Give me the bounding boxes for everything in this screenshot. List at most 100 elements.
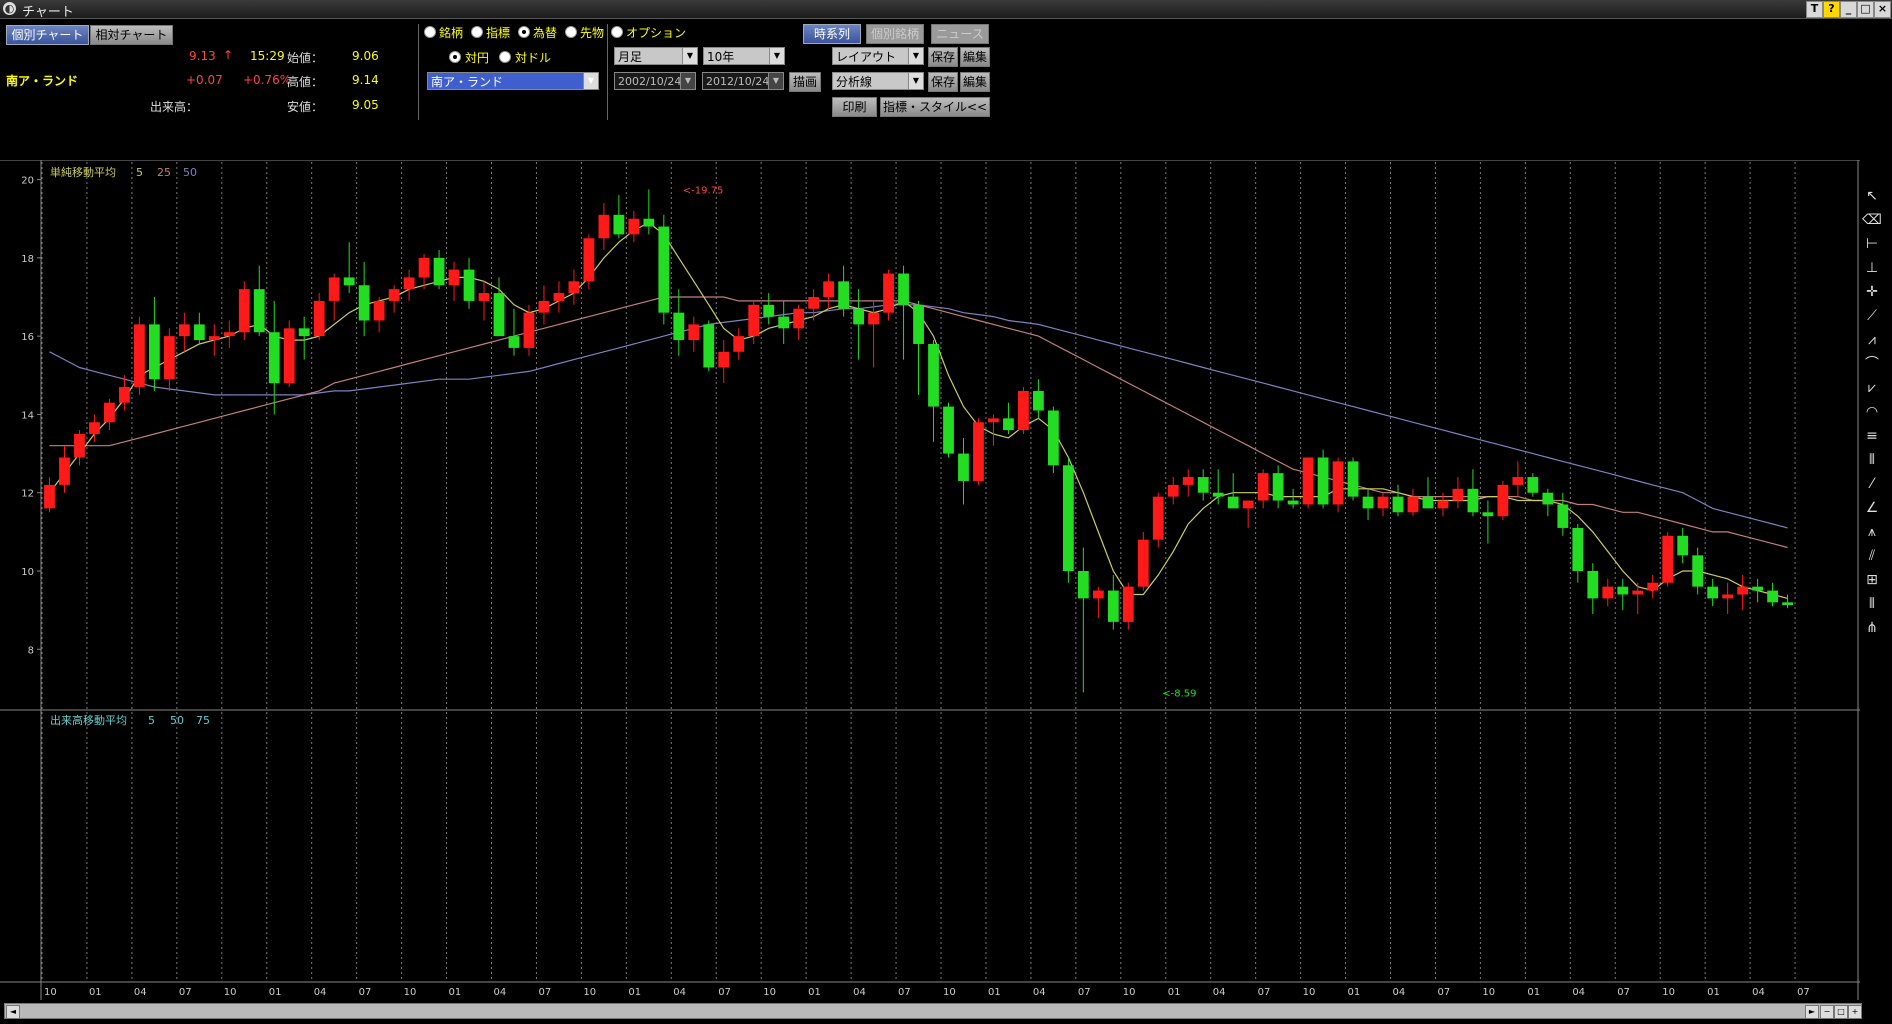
candle-body bbox=[973, 422, 984, 481]
pitchfork-icon[interactable]: ⋔ bbox=[1862, 618, 1882, 638]
arc-icon[interactable]: ⌒ bbox=[1862, 354, 1882, 374]
candle-body bbox=[748, 304, 760, 337]
zoom-reset-icon[interactable]: □ bbox=[1834, 1005, 1848, 1019]
zoom-in-icon[interactable]: + bbox=[1848, 1005, 1862, 1019]
to-date-picker[interactable]: 2012/10/24 ▼ bbox=[702, 72, 784, 90]
channel-icon[interactable]: ⫽ bbox=[1862, 546, 1882, 566]
vertical-line-icon[interactable]: ⊥ bbox=[1862, 258, 1882, 278]
radio-options[interactable] bbox=[611, 26, 623, 38]
horizontal-scrollbar[interactable]: ◄ ► − □ + bbox=[4, 1003, 1862, 1019]
time-zone-icon[interactable]: ⦀ bbox=[1862, 450, 1882, 470]
analysis-edit-button[interactable]: 編集 bbox=[960, 72, 990, 92]
fan-line-icon[interactable]: ⩘ bbox=[1862, 330, 1882, 350]
candle-body bbox=[1407, 496, 1419, 513]
tab-individual-chart[interactable]: 個別チャート bbox=[6, 25, 89, 45]
candle-body bbox=[433, 257, 445, 286]
candle-body bbox=[1572, 527, 1584, 571]
candle-body bbox=[283, 328, 295, 384]
ray-icon[interactable]: ⁄ bbox=[1862, 474, 1882, 494]
layout-save-button[interactable]: 保存 bbox=[928, 47, 958, 67]
eraser-icon[interactable]: ⌫ bbox=[1862, 210, 1882, 230]
crosshair-icon[interactable]: ✛ bbox=[1862, 282, 1882, 302]
bar-interval-select[interactable]: 月足 ▼ bbox=[614, 47, 698, 65]
from-date-picker[interactable]: 2002/10/24 ▼ bbox=[614, 72, 696, 90]
pin-icon[interactable]: T bbox=[1806, 1, 1823, 18]
candle-body bbox=[568, 281, 580, 294]
span-value: 10年 bbox=[707, 50, 735, 64]
radio-futures[interactable] bbox=[565, 26, 577, 38]
symbol-select[interactable]: 南ア・ランド ▼ bbox=[427, 72, 599, 90]
last-price: 9.13 bbox=[189, 49, 216, 63]
analysis-line-select[interactable]: 分析線 ▼ bbox=[832, 72, 924, 90]
news-button[interactable]: ニュース bbox=[931, 24, 989, 44]
x-year-label: 2008 bbox=[988, 999, 1016, 1000]
trend-line-icon[interactable]: ⟋ bbox=[1862, 306, 1882, 326]
x-month-label: 01 bbox=[89, 987, 102, 998]
x-month-label: 10 bbox=[1303, 987, 1316, 998]
range-icon[interactable]: ⊞ bbox=[1862, 570, 1882, 590]
candle-body bbox=[1737, 586, 1749, 595]
x-month-label: 01 bbox=[1707, 987, 1720, 998]
candle-body bbox=[553, 293, 565, 301]
low-value: 9.05 bbox=[352, 98, 379, 112]
chevron-down-icon: ▼ bbox=[908, 73, 923, 89]
fibonacci-arc-icon[interactable]: ◠ bbox=[1862, 402, 1882, 422]
tab-relative-chart[interactable]: 相対チャート bbox=[90, 25, 173, 45]
candle-body bbox=[1767, 590, 1778, 603]
x-month-label: 07 bbox=[1437, 987, 1450, 998]
price-annotation: <-8.59 bbox=[1162, 688, 1196, 699]
candle-body bbox=[808, 297, 820, 309]
candle-body bbox=[1632, 590, 1644, 595]
radio-forex[interactable] bbox=[518, 26, 530, 38]
candle-body bbox=[1602, 586, 1614, 599]
layout-select-value: レイアウト bbox=[836, 50, 897, 64]
layout-edit-button[interactable]: 編集 bbox=[960, 47, 990, 67]
candle-body bbox=[658, 226, 670, 313]
scroll-left-icon[interactable]: ◄ bbox=[6, 1005, 20, 1019]
candle-body bbox=[208, 336, 220, 341]
cycle-icon[interactable]: ⫴ bbox=[1862, 594, 1882, 614]
analysis-line-value: 分析線 bbox=[836, 75, 873, 89]
candle-body bbox=[268, 332, 280, 384]
candle-body bbox=[1497, 484, 1509, 517]
candle-body bbox=[1317, 457, 1329, 505]
horizontal-line-icon[interactable]: ⊢ bbox=[1862, 234, 1882, 254]
candle-body bbox=[328, 277, 340, 301]
zigzag-icon[interactable]: ⩚ bbox=[1862, 522, 1882, 542]
retracement-icon[interactable]: ≡ bbox=[1862, 426, 1882, 446]
draw-button[interactable]: 描画 bbox=[789, 72, 821, 92]
candle-body bbox=[1152, 496, 1164, 540]
individual-stock-button[interactable]: 個別銘柄 bbox=[866, 24, 924, 44]
radio-vs-dollar[interactable] bbox=[499, 51, 511, 63]
indicator-style-button[interactable]: 指標・スタイル<< bbox=[880, 97, 990, 117]
radio-futures-label: 先物 bbox=[580, 26, 605, 40]
minimize-button[interactable]: _ bbox=[1840, 1, 1857, 18]
maximize-button[interactable]: □ bbox=[1857, 1, 1874, 18]
cursor-icon[interactable]: ↖ bbox=[1862, 186, 1882, 206]
volume-ma50-legend: 50 bbox=[170, 714, 184, 727]
zoom-out-icon[interactable]: − bbox=[1820, 1005, 1834, 1019]
candle-body bbox=[1077, 571, 1089, 599]
candle-body bbox=[119, 387, 130, 403]
fibonacci-fan-icon[interactable]: ⩗ bbox=[1862, 378, 1882, 398]
radio-stock[interactable] bbox=[424, 26, 436, 38]
radio-stock-label: 銘柄 bbox=[439, 26, 464, 40]
gann-icon[interactable]: ∠ bbox=[1862, 498, 1882, 518]
help-icon[interactable]: ? bbox=[1823, 1, 1840, 18]
span-select[interactable]: 10年 ▼ bbox=[703, 47, 785, 65]
x-year-label: 2004 bbox=[269, 999, 297, 1000]
candle-body bbox=[1287, 500, 1299, 505]
price-chart[interactable]: 20 18 16 14 12 10 8 <-19.75 <-8.59 10 01 04 07 10 01… bbox=[0, 160, 1860, 1000]
radio-vs-yen[interactable] bbox=[449, 51, 461, 63]
close-button[interactable]: × bbox=[1874, 1, 1891, 18]
layout-select[interactable]: レイアウト ▼ bbox=[832, 47, 924, 65]
analysis-save-button[interactable]: 保存 bbox=[928, 72, 958, 92]
print-button[interactable]: 印刷 bbox=[832, 97, 877, 117]
scroll-right-icon[interactable]: ► bbox=[1805, 1005, 1819, 1019]
radio-index[interactable] bbox=[471, 26, 483, 38]
chevron-down-icon: ▼ bbox=[682, 48, 697, 64]
x-year-label: 2012 bbox=[1707, 999, 1735, 1000]
bar-interval-value: 月足 bbox=[618, 50, 643, 64]
timeseries-button[interactable]: 時系列 bbox=[803, 24, 861, 44]
x-month-label: 10 bbox=[583, 987, 596, 998]
